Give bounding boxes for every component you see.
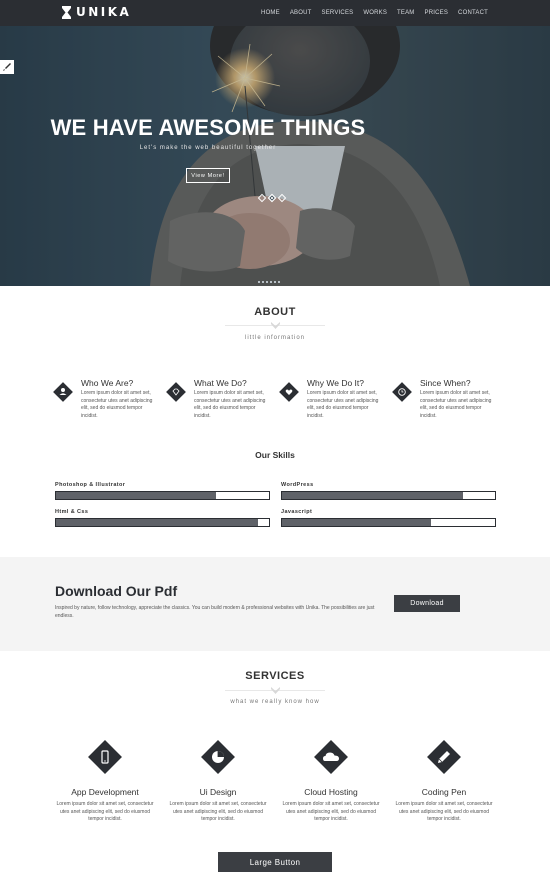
hero-slider: WE HAVE AWESOME THINGS Let's make the we… — [0, 26, 550, 286]
services-title: SERVICES — [245, 670, 305, 682]
service-title: Coding Pen — [421, 787, 467, 797]
skill-label: Photoshop & Illustrator — [55, 482, 126, 488]
nav-item-services[interactable]: SERVICES — [322, 10, 354, 16]
skill-progress-bar — [55, 491, 270, 500]
skill-progress-bar — [55, 518, 270, 527]
nav-item-works[interactable]: WORKS — [363, 10, 387, 16]
logo-text: UNIKA — [76, 5, 132, 19]
about-subtitle: little information — [244, 335, 306, 341]
feature-why-we-do-it: Why We Do It? Lorem ipsum dolor sit amet… — [278, 378, 388, 428]
dot — [266, 281, 268, 283]
diamond-gem-icon — [166, 382, 186, 402]
brush-icon — [3, 63, 11, 71]
download-text: Inspired by nature, follow technology, a… — [55, 605, 375, 619]
service-app-development: App Development Lorem ipsum dolor sit am… — [55, 737, 155, 824]
cloud-icon — [314, 740, 348, 774]
service-cloud-hosting: Cloud Hosting Lorem ipsum dolor sit amet… — [281, 737, 381, 824]
hero-subtitle: Let's make the web beautiful together — [139, 145, 277, 151]
feature-what-we-do: What We Do? Lorem ipsum dolor sit amet s… — [165, 378, 275, 428]
service-text: Lorem ipsum dolor sit amet set, consecte… — [56, 801, 154, 822]
feature-text: Lorem ipsum dolor sit amet set, consecte… — [420, 390, 492, 419]
team-icon — [53, 382, 73, 402]
nav-item-about[interactable]: ABOUT — [290, 10, 312, 16]
skill-fill — [56, 492, 216, 499]
feature-text: Lorem ipsum dolor sit amet set, consecte… — [81, 390, 153, 419]
service-text: Lorem ipsum dolor sit amet set, consecte… — [169, 801, 267, 822]
slide-indicator-active[interactable] — [267, 193, 277, 203]
hero-title: WE HAVE AWESOME THINGS — [50, 115, 366, 140]
skill-label: WordPress — [281, 482, 314, 488]
skill-label: Html & Css — [55, 509, 89, 515]
about-title: ABOUT — [254, 306, 296, 318]
dot — [258, 281, 260, 283]
feature-who-we-are: Who We Are? Lorem ipsum dolor sit amet s… — [52, 378, 162, 428]
service-title: Ui Design — [199, 787, 237, 797]
skill-progress-bar — [281, 491, 496, 500]
service-title: Cloud Hosting — [304, 787, 358, 797]
skill-html-css: Html & Css — [55, 509, 270, 527]
nav-item-home[interactable]: HOME — [261, 10, 280, 16]
top-navbar: UNIKA HOME ABOUT SERVICES WORKS TEAM PRI… — [0, 0, 550, 26]
services-subtitle: what we really know how — [230, 699, 320, 705]
skill-fill — [56, 519, 259, 526]
feature-since-when: Since When? Lorem ipsum dolor sit amet s… — [391, 378, 501, 428]
skill-photoshop: Photoshop & Illustrator — [55, 482, 270, 500]
slide-indicator[interactable] — [277, 193, 287, 203]
dot — [278, 281, 280, 283]
slide-indicator[interactable] — [257, 193, 267, 203]
service-title: App Development — [71, 787, 139, 797]
skill-label: Javascript — [281, 509, 313, 515]
hero-background-photo — [0, 26, 550, 286]
nav-item-prices[interactable]: PRICES — [425, 10, 449, 16]
service-text: Lorem ipsum dolor sit amet set, consecte… — [395, 801, 493, 822]
clock-icon — [392, 382, 412, 402]
feature-title: Since When? — [420, 378, 471, 388]
dot — [270, 281, 272, 283]
large-button[interactable]: Large Button — [218, 852, 332, 872]
mobile-phone-icon — [88, 740, 122, 774]
chevron-down-icon — [271, 687, 280, 694]
service-ui-design: Ui Design Lorem ipsum dolor sit amet set… — [168, 737, 268, 824]
download-button[interactable]: Download — [394, 595, 460, 612]
dot — [262, 281, 264, 283]
download-section: Download Our Pdf Inspired by nature, fol… — [0, 557, 550, 651]
chevron-down-icon — [271, 322, 280, 329]
service-text: Lorem ipsum dolor sit amet set, consecte… — [282, 801, 380, 822]
view-more-button[interactable]: View More! — [186, 168, 230, 183]
hourglass-logo-icon — [62, 5, 71, 19]
dot — [274, 281, 276, 283]
download-title: Download Our Pdf — [55, 583, 178, 599]
skill-progress-bar — [281, 518, 496, 527]
slider-indicators — [257, 193, 287, 203]
nav-item-team[interactable]: TEAM — [397, 10, 414, 16]
settings-toggle-button[interactable] — [0, 60, 14, 74]
skill-fill — [282, 492, 464, 499]
nav-item-contact[interactable]: CONTACT — [458, 10, 488, 16]
nav-menu: HOME ABOUT SERVICES WORKS TEAM PRICES CO… — [261, 0, 488, 26]
logo[interactable]: UNIKA — [62, 5, 131, 19]
service-coding-pen: Coding Pen Lorem ipsum dolor sit amet se… — [394, 737, 494, 824]
feature-text: Lorem ipsum dolor sit amet set, consecte… — [307, 390, 379, 419]
skill-javascript: Javascript — [281, 509, 496, 527]
pen-icon — [427, 740, 461, 774]
skill-fill — [282, 519, 432, 526]
pie-chart-icon — [201, 740, 235, 774]
feature-text: Lorem ipsum dolor sit amet set, consecte… — [194, 390, 266, 419]
heart-icon — [279, 382, 299, 402]
skills-title: Our Skills — [255, 450, 295, 460]
hero-dots — [258, 281, 280, 283]
skill-wordpress: WordPress — [281, 482, 496, 500]
feature-title: Why We Do It? — [307, 378, 364, 388]
feature-title: What We Do? — [194, 378, 247, 388]
feature-title: Who We Are? — [81, 378, 134, 388]
